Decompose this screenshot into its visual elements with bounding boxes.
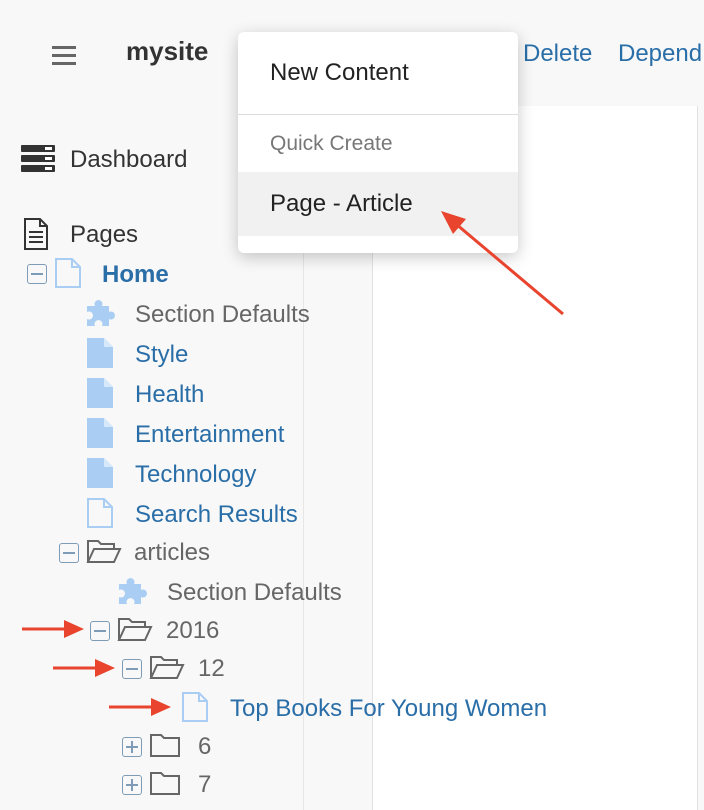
tree-item-entertainment[interactable]: Entertainment xyxy=(135,421,284,449)
collapse-toggle-home[interactable] xyxy=(27,264,47,284)
collapse-toggle-articles[interactable] xyxy=(59,543,79,563)
tree-item-6[interactable]: 6 xyxy=(198,733,211,761)
folder-open-icon xyxy=(86,538,122,569)
tree-item-home[interactable]: Home xyxy=(102,261,169,289)
dashboard-nav-item[interactable]: Dashboard xyxy=(70,146,187,174)
collapse-toggle-12[interactable] xyxy=(122,659,142,679)
quick-create-header: Quick Create xyxy=(270,132,393,155)
menu-divider xyxy=(238,114,518,115)
pages-icon xyxy=(23,218,49,250)
page-icon xyxy=(87,498,113,533)
folder-icon xyxy=(149,770,181,801)
tree-item-search-results[interactable]: Search Results xyxy=(135,501,298,529)
tree-item-2016[interactable]: 2016 xyxy=(166,617,219,645)
tree-item-articles[interactable]: articles xyxy=(134,539,210,567)
folder-icon xyxy=(149,732,181,763)
page-icon xyxy=(87,378,113,413)
folder-open-icon xyxy=(149,654,185,685)
tree-item-12[interactable]: 12 xyxy=(198,655,225,683)
page-article-menu-item[interactable]: Page - Article xyxy=(238,172,518,236)
puzzle-icon xyxy=(85,300,117,333)
tree-item-section-defaults[interactable]: Section Defaults xyxy=(135,301,310,329)
dashboard-icon[interactable] xyxy=(21,145,55,173)
tree-item-technology[interactable]: Technology xyxy=(135,461,256,489)
new-content-menu-item[interactable]: New Content xyxy=(238,32,518,114)
pages-nav-item[interactable]: Pages xyxy=(70,221,138,249)
hamburger-icon[interactable] xyxy=(52,44,76,66)
dependencies-link[interactable]: Depend xyxy=(618,40,702,68)
tree-item-health[interactable]: Health xyxy=(135,381,204,409)
puzzle-icon xyxy=(117,578,149,611)
tree-item-articles-section-defaults[interactable]: Section Defaults xyxy=(167,579,342,607)
expand-toggle-7[interactable] xyxy=(122,775,142,795)
tree-item-style[interactable]: Style xyxy=(135,341,188,369)
page-icon xyxy=(55,258,81,293)
site-name[interactable]: mysite xyxy=(126,36,208,67)
folder-open-icon xyxy=(117,616,153,647)
page-icon xyxy=(182,692,208,727)
page-icon xyxy=(87,338,113,373)
page-icon xyxy=(87,458,113,493)
new-content-menu: New Content Quick Create Page - Article xyxy=(238,32,518,253)
expand-toggle-6[interactable] xyxy=(122,737,142,757)
page-icon xyxy=(87,418,113,453)
collapse-toggle-2016[interactable] xyxy=(90,621,110,641)
tree-item-7[interactable]: 7 xyxy=(198,771,211,799)
tree-item-article[interactable]: Top Books For Young Women xyxy=(230,695,547,723)
delete-link[interactable]: Delete xyxy=(523,40,592,68)
